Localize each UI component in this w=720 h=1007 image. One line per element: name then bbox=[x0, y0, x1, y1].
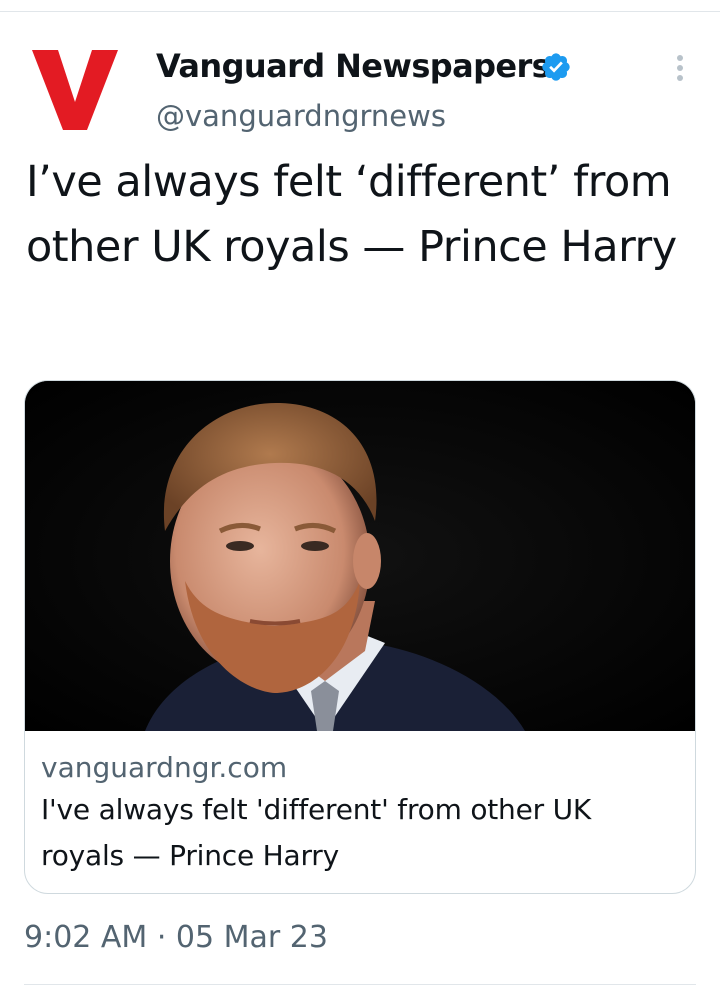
top-divider bbox=[0, 11, 720, 12]
bottom-divider bbox=[24, 984, 696, 985]
card-title: I've always felt 'different' from other … bbox=[41, 793, 592, 872]
card-domain: vanguardngr.com bbox=[41, 751, 288, 784]
more-options-button[interactable] bbox=[668, 50, 692, 86]
vanguard-logo-icon bbox=[32, 50, 118, 130]
tweet-timestamp[interactable]: 9:02 AM · 05 Mar 23 bbox=[24, 918, 328, 958]
link-preview-card[interactable]: vanguardngr.com I've always felt 'differ… bbox=[24, 380, 696, 894]
portrait-photo bbox=[25, 381, 695, 731]
card-body: vanguardngr.com I've always felt 'differ… bbox=[41, 749, 681, 879]
author-handle[interactable]: @vanguardngrnews bbox=[156, 97, 446, 135]
author-avatar[interactable] bbox=[32, 50, 118, 130]
tweet-text: I’ve always felt ‘different’ from other … bbox=[26, 157, 677, 272]
card-image bbox=[25, 381, 695, 731]
more-vertical-icon bbox=[677, 55, 683, 81]
author-display-name[interactable]: Vanguard Newspapers bbox=[156, 46, 551, 86]
verified-badge-icon bbox=[540, 51, 572, 83]
